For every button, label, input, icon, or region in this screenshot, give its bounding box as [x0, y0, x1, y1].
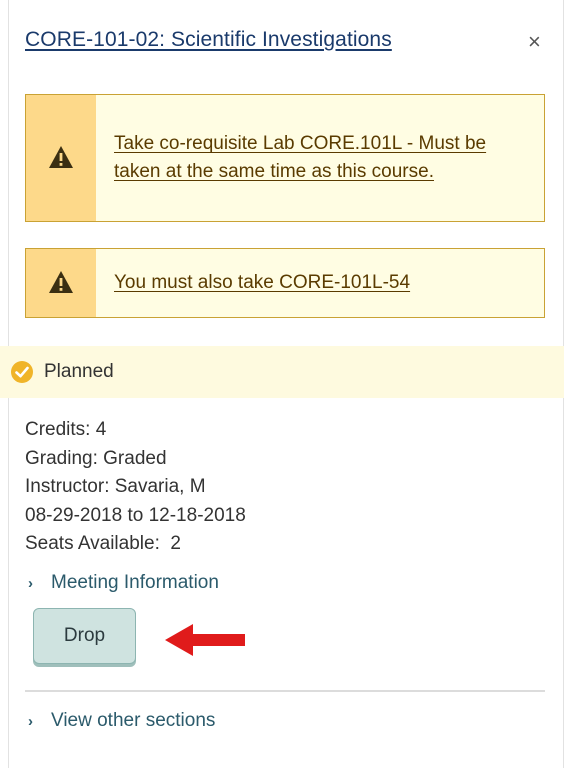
credits-text: Credits: 4	[25, 419, 107, 440]
meeting-information-label: Meeting Information	[51, 572, 219, 593]
also-take-alert: You must also take CORE-101L-54	[25, 248, 545, 318]
drop-button[interactable]: Drop	[33, 608, 136, 664]
view-other-sections-toggle[interactable]: › View other sections	[25, 710, 215, 732]
status-label: Planned	[44, 361, 114, 382]
alert-icon-bar	[26, 249, 96, 317]
check-circle-icon	[11, 361, 33, 383]
red-arrow-icon	[165, 624, 245, 656]
course-title-link[interactable]: CORE-101-02: Scientific Investigations	[25, 28, 392, 52]
status-bar: Planned	[0, 346, 564, 398]
course-details: Credits: 4 Grading: Graded Instructor: S…	[25, 416, 246, 559]
alert-icon-bar	[26, 95, 96, 221]
warning-icon	[49, 146, 73, 168]
warning-icon	[49, 271, 73, 293]
meeting-information-toggle[interactable]: › Meeting Information	[25, 572, 219, 594]
dates-text: 08-29-2018 to 12-18-2018	[25, 504, 246, 526]
corequisite-link[interactable]: Take co-requisite Lab CORE.101L - Must b…	[114, 130, 526, 185]
divider	[25, 690, 545, 692]
grading-text: Grading: Graded	[25, 447, 167, 469]
corequisite-alert: Take co-requisite Lab CORE.101L - Must b…	[25, 94, 545, 222]
seats-text: Seats Available: 2	[25, 533, 181, 554]
chevron-right-icon: ›	[28, 574, 33, 592]
also-take-link[interactable]: You must also take CORE-101L-54	[114, 269, 410, 297]
chevron-right-icon: ›	[28, 712, 33, 730]
view-other-sections-label: View other sections	[51, 710, 216, 731]
close-icon[interactable]: ×	[528, 31, 541, 53]
instructor-text: Instructor: Savaria, M	[25, 476, 206, 497]
